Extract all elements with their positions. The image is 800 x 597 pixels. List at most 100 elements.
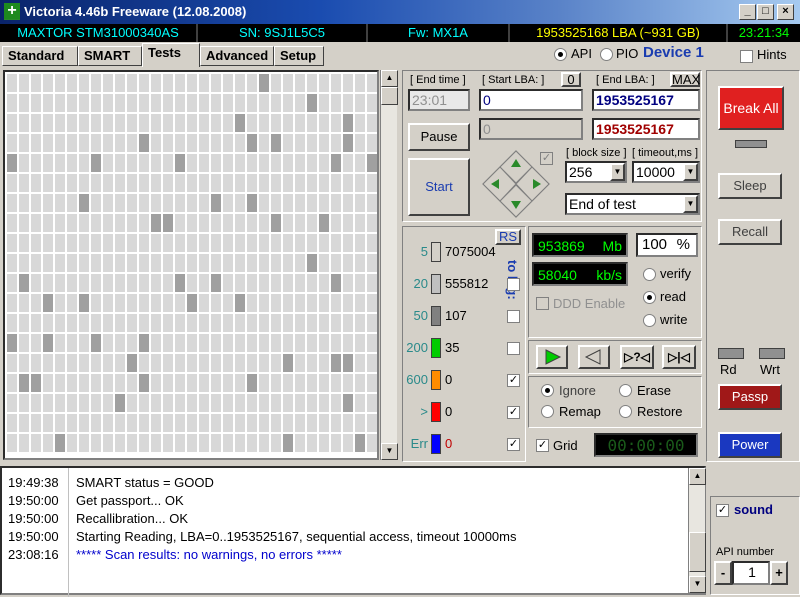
verify-radio[interactable] [643,268,656,281]
drive-info-bar: MAXTOR STM31000340AS SN: 9SJ1L5C5 Fw: MX… [0,24,800,42]
timeout-dropdown-icon[interactable]: ▼ [683,163,698,181]
hints-checkbox[interactable] [740,50,753,63]
log-scrollbar[interactable]: ▲ ▼ [688,468,706,593]
log-scroll-up-button[interactable]: ▲ [689,468,706,485]
start-lba-field[interactable]: 0 [479,89,583,111]
scan-block [31,94,41,112]
scan-block [115,394,125,412]
log-checkbox[interactable]: ✓ [507,438,520,451]
scan-block [67,334,77,352]
scan-block [271,114,281,132]
tab-smart[interactable]: SMART [78,46,142,66]
scan-block [211,374,221,392]
restore-radio[interactable] [619,405,632,418]
scan-block [31,394,41,412]
scan-block [91,274,101,292]
play-icon[interactable] [536,345,568,369]
passport-button[interactable]: Passp [718,384,782,410]
scan-block [31,414,41,432]
scan-block [103,394,113,412]
megabytes-display: 953869 Mb [532,233,628,257]
api-number-increment[interactable]: + [770,561,788,585]
random-seek-icon[interactable]: ▷?◁ [620,345,654,369]
grid-scrollbar[interactable]: ▲ ▼ [380,70,398,460]
scan-block [151,234,161,252]
hints-label: Hints [757,47,787,62]
scan-block [199,414,209,432]
log-checkbox[interactable] [507,342,520,355]
write-radio[interactable] [643,314,656,327]
scan-block [247,234,257,252]
end-mode-dropdown-icon[interactable]: ▼ [683,195,698,213]
reset-stats-button[interactable]: RS [495,229,521,245]
log-checkbox[interactable]: ✓ [507,374,520,387]
tab-tests[interactable]: Tests [142,43,200,67]
pause-button[interactable]: Pause [408,123,470,151]
end-lba-field[interactable]: 1953525167 [592,89,700,111]
log-scroll-thumb[interactable] [689,532,706,572]
scroll-up-button[interactable]: ▲ [381,70,398,87]
log-checkbox[interactable] [507,278,520,291]
latency-count: 107 [445,308,467,323]
block-size-dropdown-icon[interactable]: ▼ [610,163,625,181]
log-checkbox[interactable] [507,310,520,323]
scan-block [331,274,341,292]
sleep-button[interactable]: Sleep [718,173,782,199]
scan-block [151,94,161,112]
tab-setup[interactable]: Setup [274,46,324,66]
end-time-field[interactable]: 23:01 [408,89,470,111]
scroll-thumb[interactable] [381,87,398,105]
reverse-icon[interactable] [578,345,610,369]
start-button[interactable]: Start [408,158,470,216]
scan-block [19,374,29,392]
end-mode-select[interactable]: End of test [565,193,700,215]
close-button[interactable]: × [777,4,794,20]
api-radio[interactable] [554,48,567,61]
scan-block [127,154,137,172]
break-all-button[interactable]: Break All [718,86,784,130]
tab-standard[interactable]: Standard [2,46,78,66]
direction-checkbox[interactable]: ✓ [540,152,553,165]
scan-block [295,374,305,392]
api-number-decrement[interactable]: - [714,561,732,585]
pio-radio[interactable] [600,48,613,61]
sound-checkbox[interactable]: ✓ [716,504,729,517]
api-number-field[interactable]: 1 [732,561,770,585]
minimize-button[interactable]: _ [739,4,756,20]
end-lba-max-button[interactable]: MAX [670,72,700,87]
tab-advanced[interactable]: Advanced [200,46,274,66]
power-button[interactable]: Power [718,432,782,458]
log-scroll-down-button[interactable]: ▼ [689,576,706,593]
scan-block [151,114,161,132]
scan-block [151,134,161,152]
recall-button[interactable]: Recall [718,219,782,245]
scan-block [187,74,197,92]
scan-block [187,394,197,412]
ignore-radio[interactable] [541,384,554,397]
latency-color-swatch [431,434,441,454]
scan-block [235,314,245,332]
read-radio[interactable] [643,291,656,304]
grid-checkbox[interactable]: ✓ [536,439,549,452]
ddd-enable-checkbox[interactable] [536,297,549,310]
scan-block [211,94,221,112]
butterfly-icon[interactable]: ▷|◁ [662,345,696,369]
start-lba-zero-button[interactable]: 0 [561,72,581,87]
scan-block [79,194,89,212]
scan-block [55,394,65,412]
scroll-down-button[interactable]: ▼ [381,443,398,460]
scan-block [259,314,269,332]
log-checkbox[interactable]: ✓ [507,406,520,419]
scan-block [7,394,17,412]
scan-block [127,74,137,92]
maximize-button[interactable]: □ [757,4,774,20]
erase-radio[interactable] [619,384,632,397]
scan-block [367,214,377,232]
scan-block [31,114,41,132]
scan-block [175,154,185,172]
scan-block [319,234,329,252]
scan-block [211,294,221,312]
scan-block [295,154,305,172]
log-time: 23:08:16 [8,547,59,562]
remap-radio[interactable] [541,405,554,418]
